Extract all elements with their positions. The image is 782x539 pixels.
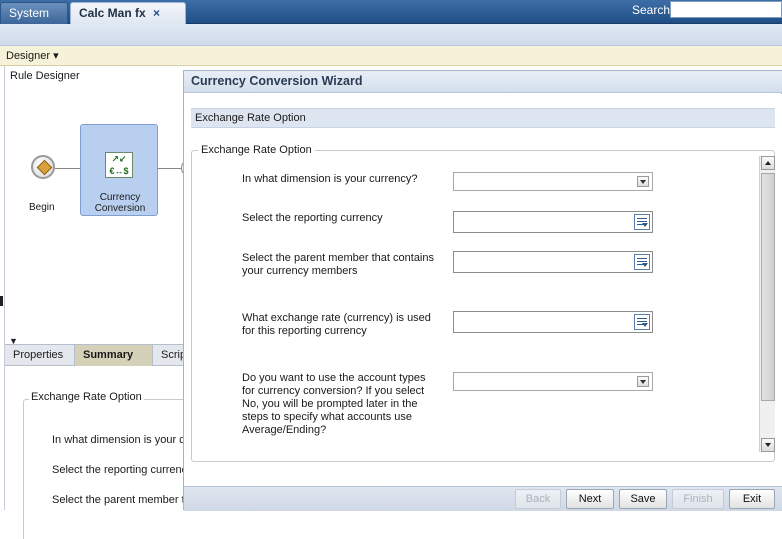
currency-conversion-icon: ↗↙ €↔$: [105, 152, 133, 178]
member-selector-icon[interactable]: [634, 314, 650, 330]
summary-legend: Exchange Rate Option: [29, 391, 144, 403]
fieldset-legend: Exchange Rate Option: [198, 144, 315, 156]
currency-conversion-label: Currency Conversion: [81, 192, 159, 214]
back-button[interactable]: Back: [515, 489, 561, 509]
member-selector-icon[interactable]: [634, 214, 650, 230]
question-dimension: In what dimension is your currency?: [242, 173, 418, 185]
vertical-scrollbar[interactable]: [759, 156, 775, 452]
flow-connector: [55, 168, 80, 169]
rule-designer-title: Rule Designer: [10, 70, 80, 82]
tab-calc-man[interactable]: Calc Man fx ×: [70, 2, 186, 24]
rule-designer-panel: Rule Designer Begin ↗↙ €↔$ Currency Conv…: [4, 66, 193, 539]
next-button[interactable]: Next: [566, 489, 614, 509]
exchange-rate-field[interactable]: [453, 311, 653, 333]
wizard-footer: Back Next Save Finish Exit: [184, 486, 782, 511]
scroll-up-icon[interactable]: [761, 156, 775, 170]
tab-calc-man-label: Calc Man fx: [79, 6, 146, 20]
question-exchange-rate: What exchange rate (currency) is used fo…: [242, 312, 431, 337]
dimension-select[interactable]: [453, 172, 653, 191]
panel-tabs: Properties Summary Script: [5, 344, 193, 366]
reporting-currency-field[interactable]: [453, 211, 653, 233]
chevron-down-icon[interactable]: [637, 376, 649, 387]
cc-label-line2: Conversion: [94, 203, 146, 214]
close-icon[interactable]: ×: [153, 3, 160, 23]
tab-system-view[interactable]: System View: [0, 2, 68, 40]
save-button[interactable]: Save: [619, 489, 667, 509]
parent-member-field[interactable]: [453, 251, 653, 273]
question-parent-member: Select the parent member that contains y…: [242, 252, 434, 277]
scrollbar-thumb[interactable]: [761, 173, 775, 401]
summary-line: Select the parent member that: [52, 494, 184, 506]
top-tab-bar: System View Calc Man fx × Search: [0, 0, 782, 40]
begin-node-label: Begin: [29, 202, 55, 213]
search-input[interactable]: [670, 1, 782, 18]
search-label: Search: [632, 3, 671, 17]
wizard-body: Exchange Rate Option Exchange Rate Optio…: [184, 94, 782, 486]
menu-bar: Designer ▾: [0, 46, 782, 66]
tab-properties[interactable]: Properties: [5, 345, 75, 366]
question-account-types: Do you want to use the account types for…: [242, 372, 426, 436]
wizard-title: Currency Conversion Wizard: [184, 71, 782, 93]
exit-button[interactable]: Exit: [729, 489, 775, 509]
tab-summary[interactable]: Summary: [75, 345, 153, 366]
finish-button[interactable]: Finish: [672, 489, 724, 509]
flow-connector: [158, 168, 182, 169]
summary-line: Select the reporting currency: [52, 464, 184, 476]
currency-conversion-wizard: Currency Conversion Wizard Exchange Rate…: [183, 70, 782, 511]
question-reporting-currency: Select the reporting currency: [242, 212, 383, 224]
summary-line: In what dimension is your currency?: [52, 434, 184, 446]
account-types-select[interactable]: [453, 372, 653, 391]
cc-label-line1: Currency: [99, 192, 141, 203]
section-header: Exchange Rate Option: [191, 108, 775, 128]
member-selector-icon[interactable]: [634, 254, 650, 270]
currency-conversion-node[interactable]: ↗↙ €↔$ Currency Conversion: [80, 124, 158, 216]
chevron-down-icon[interactable]: [637, 176, 649, 187]
designer-menu[interactable]: Designer ▾: [6, 49, 59, 62]
scroll-down-icon[interactable]: [761, 438, 775, 452]
begin-node-icon[interactable]: [31, 155, 55, 179]
splitter-handle[interactable]: [0, 296, 3, 306]
sub-toolbar: [0, 24, 782, 46]
